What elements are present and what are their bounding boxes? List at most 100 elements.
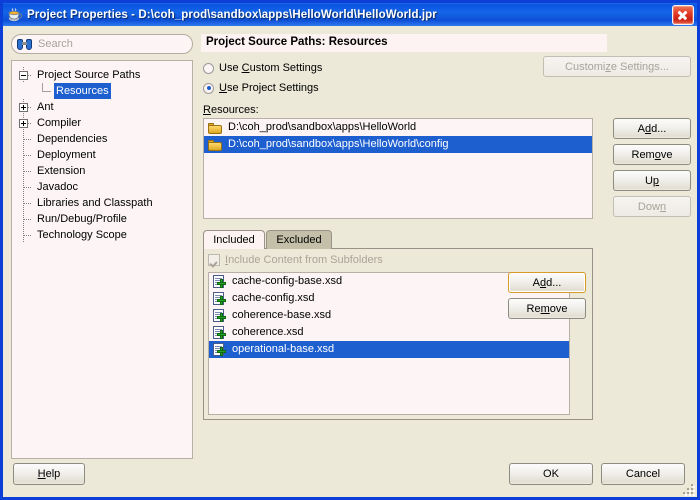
files-add-label: Add... [532,276,562,289]
tree-elbow [24,219,32,220]
include-subfolders-checkbox[interactable]: Include Content from Subfolders [208,254,383,266]
ok-button[interactable]: OK [509,463,593,485]
file-name: coherence.xsd [232,326,304,338]
tree-elbow [24,187,32,188]
help-label: Help [37,468,61,480]
resource-row[interactable]: D:\coh_prod\sandbox\apps\HelloWorld [204,119,592,136]
tree-expander-plus-icon[interactable] [19,103,28,112]
resources-buttons: Add... Remove Up Down [613,118,691,222]
sidebar-item-label: Compiler [37,117,82,129]
xsd-file-add-icon [213,275,227,288]
sidebar-item-run-debug-profile[interactable]: Run/Debug/Profile [16,211,192,227]
tab-included[interactable]: Included [203,230,265,249]
radio-use-custom-settings[interactable]: Use Custom Settings [203,60,322,76]
close-icon[interactable] [672,4,694,25]
resources-down-button[interactable]: Down [613,196,691,217]
sidebar-item-label: Resources [54,83,111,99]
search-placeholder: Search [38,38,73,50]
tree-expander-minus-icon[interactable] [19,71,28,80]
sidebar-item-label: Dependencies [37,133,108,145]
resources-add-button[interactable]: Add... [613,118,691,139]
xsd-file-add-icon [213,309,227,322]
resource-path: D:\coh_prod\sandbox\apps\HelloWorld [228,121,417,133]
file-row[interactable]: operational-base.xsd [209,341,569,358]
cancel-button[interactable]: Cancel [601,463,685,485]
resources-up-label: Up [644,174,660,187]
radio-custom-label: Use Custom Settings [219,62,323,74]
sidebar-item-label: Extension [37,165,86,177]
resources-add-label: Add... [637,122,667,135]
tree-elbow [24,155,32,156]
sidebar-item-ant[interactable]: Ant [16,99,192,115]
radio-custom-indicator[interactable] [203,62,214,74]
file-name: operational-base.xsd [232,343,335,355]
sidebar-item-javadoc[interactable]: Javadoc [16,179,192,195]
tree-elbow [24,203,32,204]
tab-excluded[interactable]: Excluded [266,230,332,249]
filter-tabs: Included Excluded [203,230,593,249]
sidebar-item-label: Deployment [37,149,96,161]
folder-icon [208,139,223,151]
files-remove-button[interactable]: Remove [508,298,586,319]
file-row[interactable]: coherence.xsd [209,324,569,341]
binoculars-icon [17,38,32,50]
tree-guide [42,83,43,91]
files-add-button[interactable]: Add... [508,272,586,293]
help-button[interactable]: Help [13,463,85,485]
sidebar-item-technology-scope[interactable]: Technology Scope [16,227,192,243]
sidebar-item-label: Technology Scope [37,229,127,241]
resources-list[interactable]: D:\coh_prod\sandbox\apps\HelloWorld D:\co… [203,118,593,219]
title-bar[interactable]: Project Properties - D:\coh_prod\sandbox… [3,3,697,26]
xsd-file-add-icon [213,343,227,356]
customize-settings-label: Customize Settings... [565,60,669,73]
sidebar-item-label: Ant [37,101,54,113]
customize-settings-button[interactable]: Customize Settings... [543,56,691,77]
file-name: cache-config.xsd [232,292,315,304]
dialog-client-area: Search Project Source Paths Resources Ant C… [3,26,697,497]
project-properties-dialog: Project Properties - D:\coh_prod\sandbox… [0,0,700,500]
tree-elbow [24,139,32,140]
tree-elbow [42,91,51,92]
sidebar-item-dependencies[interactable]: Dependencies [16,131,192,147]
sidebar-item-resources[interactable]: Resources [16,83,192,99]
resources-remove-label: Remove [631,148,673,161]
resources-remove-button[interactable]: Remove [613,144,691,165]
sidebar-item-label: Project Source Paths [37,69,141,81]
resize-grip[interactable] [682,483,695,496]
settings-tree[interactable]: Project Source Paths Resources Ant Compiler… [11,60,193,459]
sidebar-item-libraries-and-classpath[interactable]: Libraries and Classpath [16,195,192,211]
folder-icon [208,122,223,134]
sidebar-item-deployment[interactable]: Deployment [16,147,192,163]
sidebar-item-project-source-paths[interactable]: Project Source Paths [16,67,192,83]
resources-up-button[interactable]: Up [613,170,691,191]
dialog-button-bar: Help OK Cancel [3,457,697,497]
included-tab-panel: Include Content from Subfolders cache-co… [203,248,593,420]
included-files-buttons: Add... Remove [508,272,586,324]
tree-expander-plus-icon[interactable] [19,119,28,128]
sidebar-item-compiler[interactable]: Compiler [16,115,192,131]
resource-row[interactable]: D:\coh_prod\sandbox\apps\HelloWorld\conf… [204,136,592,153]
sidebar-item-extension[interactable]: Extension [16,163,192,179]
xsd-file-add-icon [213,326,227,339]
radio-project-label: Use Project Settings [219,82,319,94]
tree-elbow [24,235,32,236]
include-subfolders-label: Include Content from Subfolders [225,254,383,266]
page-title: Project Source Paths: Resources [201,34,607,52]
files-remove-label: Remove [526,302,568,315]
sidebar-item-label: Run/Debug/Profile [37,213,127,225]
file-name: cache-config-base.xsd [232,275,343,287]
resources-down-label: Down [637,200,667,213]
window-title: Project Properties - D:\coh_prod\sandbox… [27,8,437,21]
radio-use-project-settings[interactable]: Use Project Settings [203,80,319,96]
file-name: coherence-base.xsd [232,309,332,321]
resources-label: Resources: [203,104,259,116]
tree-elbow [24,171,32,172]
java-coffee-icon [7,7,23,23]
include-subfolders-indicator[interactable] [208,254,220,266]
resources-pane: Project Source Paths: Resources Use Cust… [201,34,691,452]
sidebar-item-label: Javadoc [37,181,78,193]
settings-navigator: Search Project Source Paths Resources Ant C… [11,34,193,459]
resource-path: D:\coh_prod\sandbox\apps\HelloWorld\conf… [228,138,449,150]
radio-project-indicator[interactable] [203,82,214,94]
search-input[interactable]: Search [11,34,193,54]
